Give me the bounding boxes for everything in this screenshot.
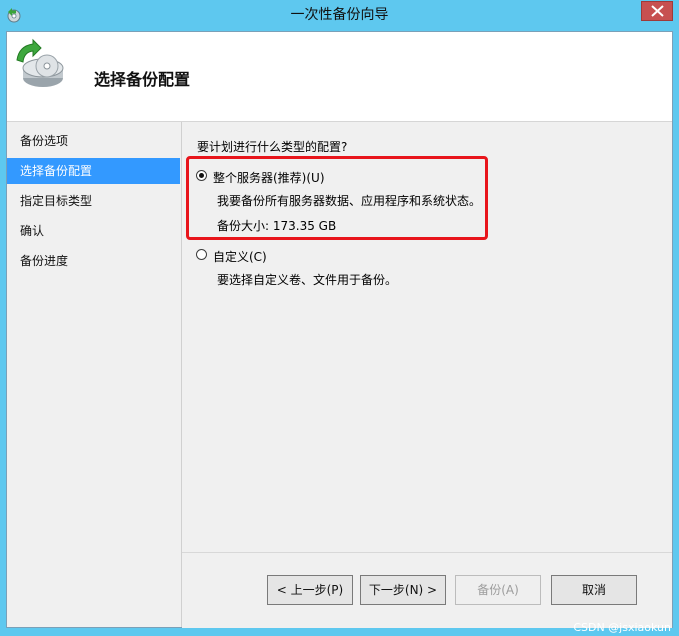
prev-button[interactable]: < 上一步(P) [267, 575, 353, 605]
watermark: CSDN @jsxiaokun [573, 621, 671, 634]
close-icon [651, 5, 664, 17]
nav-item-progress[interactable]: 备份进度 [7, 248, 180, 274]
window-title: 一次性备份向导 [290, 7, 389, 23]
nav-item-destination-type[interactable]: 指定目标类型 [7, 188, 180, 214]
config-question: 要计划进行什么类型的配置? [197, 140, 348, 154]
backup-button: 备份(A) [455, 575, 541, 605]
radio-custom[interactable] [196, 249, 207, 260]
backup-size-text: 备份大小: 173.35 GB [217, 219, 337, 233]
wizard-step-nav: 备份选项 选择备份配置 指定目标类型 确认 备份进度 [7, 122, 182, 627]
close-button[interactable] [641, 1, 673, 21]
cancel-button[interactable]: 取消 [551, 575, 637, 605]
option-custom-label[interactable]: 自定义(C) [213, 248, 267, 265]
radio-full-server[interactable] [196, 170, 207, 181]
nav-item-select-config[interactable]: 选择备份配置 [7, 158, 180, 184]
wizard-client-area: 选择备份配置 备份选项 选择备份配置 指定目标类型 确认 备份进度 要计划进行什… [6, 31, 673, 628]
page-title: 选择备份配置 [94, 70, 191, 89]
wizard-footer: < 上一步(P) 下一步(N) > 备份(A) 取消 [182, 552, 672, 628]
wizard-main-panel: 要计划进行什么类型的配置? 整个服务器(推荐)(U) 我要备份所有服务器数据、应… [182, 122, 672, 552]
option-full-server-label[interactable]: 整个服务器(推荐)(U) [213, 169, 325, 186]
next-button[interactable]: 下一步(N) > [360, 575, 446, 605]
radio-selected-dot [199, 173, 204, 178]
nav-item-confirm[interactable]: 确认 [7, 218, 180, 244]
backup-disk-icon [13, 38, 67, 92]
nav-item-backup-options[interactable]: 备份选项 [7, 128, 180, 154]
backup-wizard-window: 一次性备份向导 选择备份配置 备份选项 选择备份配置 指定目标类型 确认 备份进… [0, 0, 679, 636]
title-bar[interactable]: 一次性备份向导 [0, 0, 679, 31]
option-full-server-description: 我要备份所有服务器数据、应用程序和系统状态。 [217, 194, 482, 208]
option-custom-description: 要选择自定义卷、文件用于备份。 [217, 273, 398, 287]
wizard-header: 选择备份配置 [7, 32, 672, 122]
